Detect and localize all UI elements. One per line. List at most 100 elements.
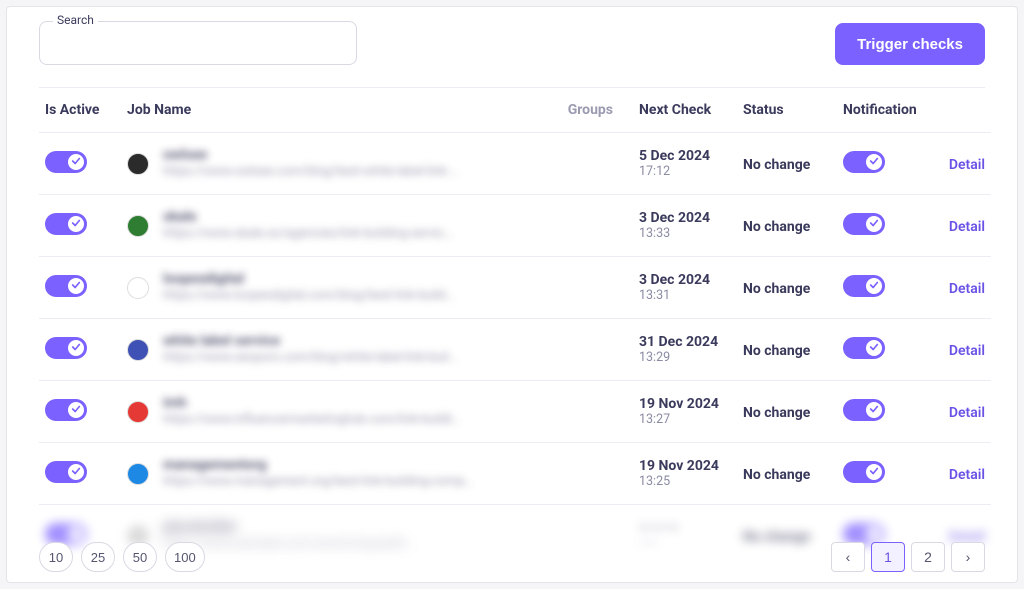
table-row: skale https://www.skale.so/agencies/link…: [39, 195, 991, 257]
job-cell: managementorg https://www.management.org…: [127, 457, 555, 490]
check-icon: [71, 466, 81, 476]
job-title: owlsee: [163, 147, 458, 164]
job-url: https://www.influencermarketinghub.com/l…: [163, 412, 460, 428]
toggle-switch[interactable]: [843, 275, 885, 297]
toggle-switch[interactable]: [45, 461, 87, 483]
next-check-date: 5 Dec 2024: [639, 148, 731, 164]
detail-link[interactable]: Detail: [949, 467, 985, 483]
check-icon: [869, 218, 879, 228]
page-size-group: 10 25 50 100: [39, 542, 205, 572]
site-favicon: [127, 153, 149, 175]
next-check-date: 3 Dec 2024: [639, 210, 731, 226]
search-field-wrap: Search: [39, 13, 357, 65]
check-icon: [71, 218, 81, 228]
page-size-option[interactable]: 100: [165, 542, 205, 572]
pager-page[interactable]: 2: [911, 542, 945, 572]
job-url: https://www.seoporo.com/blog/white-label…: [163, 350, 457, 366]
check-icon: [869, 156, 879, 166]
next-check-time: 13:29: [639, 350, 731, 365]
job-title: white label service: [163, 333, 457, 350]
status-text: No change: [743, 157, 810, 173]
page-size-option[interactable]: 10: [39, 542, 73, 572]
status-text: No change: [743, 405, 810, 421]
table-row: imh https://www.influencermarketinghub.c…: [39, 381, 991, 443]
col-status: Status: [737, 92, 837, 133]
next-check-time: 13:25: [639, 474, 731, 489]
col-job: Job Name: [121, 92, 561, 133]
next-check-time: 13:33: [639, 226, 731, 241]
toggle-switch[interactable]: [45, 151, 87, 173]
app-frame: Search Trigger checks Is Active Job Name…: [6, 6, 1018, 583]
col-active: Is Active: [39, 92, 121, 133]
table-footer: 10 25 50 100 ‹12›: [39, 542, 985, 572]
pager-next[interactable]: ›: [951, 542, 985, 572]
detail-link[interactable]: Detail: [949, 405, 985, 421]
toggle-switch[interactable]: [45, 337, 87, 359]
status-text: No change: [743, 467, 810, 483]
toggle-switch[interactable]: [843, 151, 885, 173]
check-icon: [869, 404, 879, 414]
toggle-switch[interactable]: [843, 461, 885, 483]
toggle-switch[interactable]: [45, 399, 87, 421]
detail-link[interactable]: Detail: [949, 281, 985, 297]
table-row: owlsee https://www.owlsee.com/blog/best-…: [39, 133, 991, 195]
check-icon: [869, 528, 879, 538]
col-next: Next Check: [633, 92, 737, 133]
toggle-switch[interactable]: [843, 213, 885, 235]
detail-link[interactable]: Detail: [949, 219, 985, 235]
trigger-checks-button[interactable]: Trigger checks: [835, 23, 985, 65]
detail-link[interactable]: Detail: [949, 157, 985, 173]
next-check-time: 17:12: [639, 164, 731, 179]
toggle-switch[interactable]: [843, 337, 885, 359]
job-title: loopexdigital: [163, 271, 454, 288]
job-url: https://www.management.org/best-link-bui…: [163, 474, 473, 490]
col-groups: Groups: [561, 92, 633, 133]
site-favicon: [127, 277, 149, 299]
job-cell: imh https://www.influencermarketinghub.c…: [127, 395, 555, 428]
next-check-date: 3 Dec 2024: [639, 272, 731, 288]
pager: ‹12›: [831, 542, 985, 572]
jobs-table: Is Active Job Name Groups Next Check Sta…: [39, 92, 991, 566]
check-icon: [71, 342, 81, 352]
page-size-option[interactable]: 25: [81, 542, 115, 572]
divider: [39, 87, 985, 88]
toggle-switch[interactable]: [45, 275, 87, 297]
detail-link[interactable]: Detail: [949, 343, 985, 359]
status-text: No change: [743, 219, 810, 235]
table-row: white label service https://www.seoporo.…: [39, 319, 991, 381]
check-icon: [71, 280, 81, 290]
table-row: managementorg https://www.management.org…: [39, 443, 991, 505]
pager-page[interactable]: 1: [871, 542, 905, 572]
job-title: imh: [163, 395, 460, 412]
site-favicon: [127, 401, 149, 423]
status-text: No change: [743, 281, 810, 297]
check-icon: [71, 404, 81, 414]
next-check-date: 19 Nov 2024: [639, 458, 731, 474]
job-url: https://www.owlsee.com/blog/best-white-l…: [163, 164, 458, 180]
table-row: loopexdigital https://www.loopexdigital.…: [39, 257, 991, 319]
job-cell: owlsee https://www.owlsee.com/blog/best-…: [127, 147, 555, 180]
toggle-switch[interactable]: [45, 213, 87, 235]
check-icon: [869, 342, 879, 352]
site-favicon: [127, 463, 149, 485]
next-check-time: 13:31: [639, 288, 731, 303]
job-url: https://www.loopexdigital.com/blog/best-…: [163, 288, 454, 304]
pager-prev[interactable]: ‹: [831, 542, 865, 572]
job-cell: loopexdigital https://www.loopexdigital.…: [127, 271, 555, 304]
job-cell: skale https://www.skale.so/agencies/link…: [127, 209, 555, 242]
check-icon: [71, 528, 81, 538]
site-favicon: [127, 339, 149, 361]
check-icon: [71, 156, 81, 166]
top-bar: Search Trigger checks: [39, 13, 985, 65]
toggle-switch[interactable]: [843, 399, 885, 421]
next-check-date: 19 Nov 2024: [639, 396, 731, 412]
page-size-option[interactable]: 50: [123, 542, 157, 572]
next-check-time: 13:27: [639, 412, 731, 427]
search-input[interactable]: [39, 21, 357, 65]
table-header-row: Is Active Job Name Groups Next Check Sta…: [39, 92, 991, 133]
status-text: No change: [743, 343, 810, 359]
next-check-date: 31 Dec 2024: [639, 334, 731, 350]
check-icon: [869, 466, 879, 476]
site-favicon: [127, 215, 149, 237]
job-cell: white label service https://www.seoporo.…: [127, 333, 555, 366]
